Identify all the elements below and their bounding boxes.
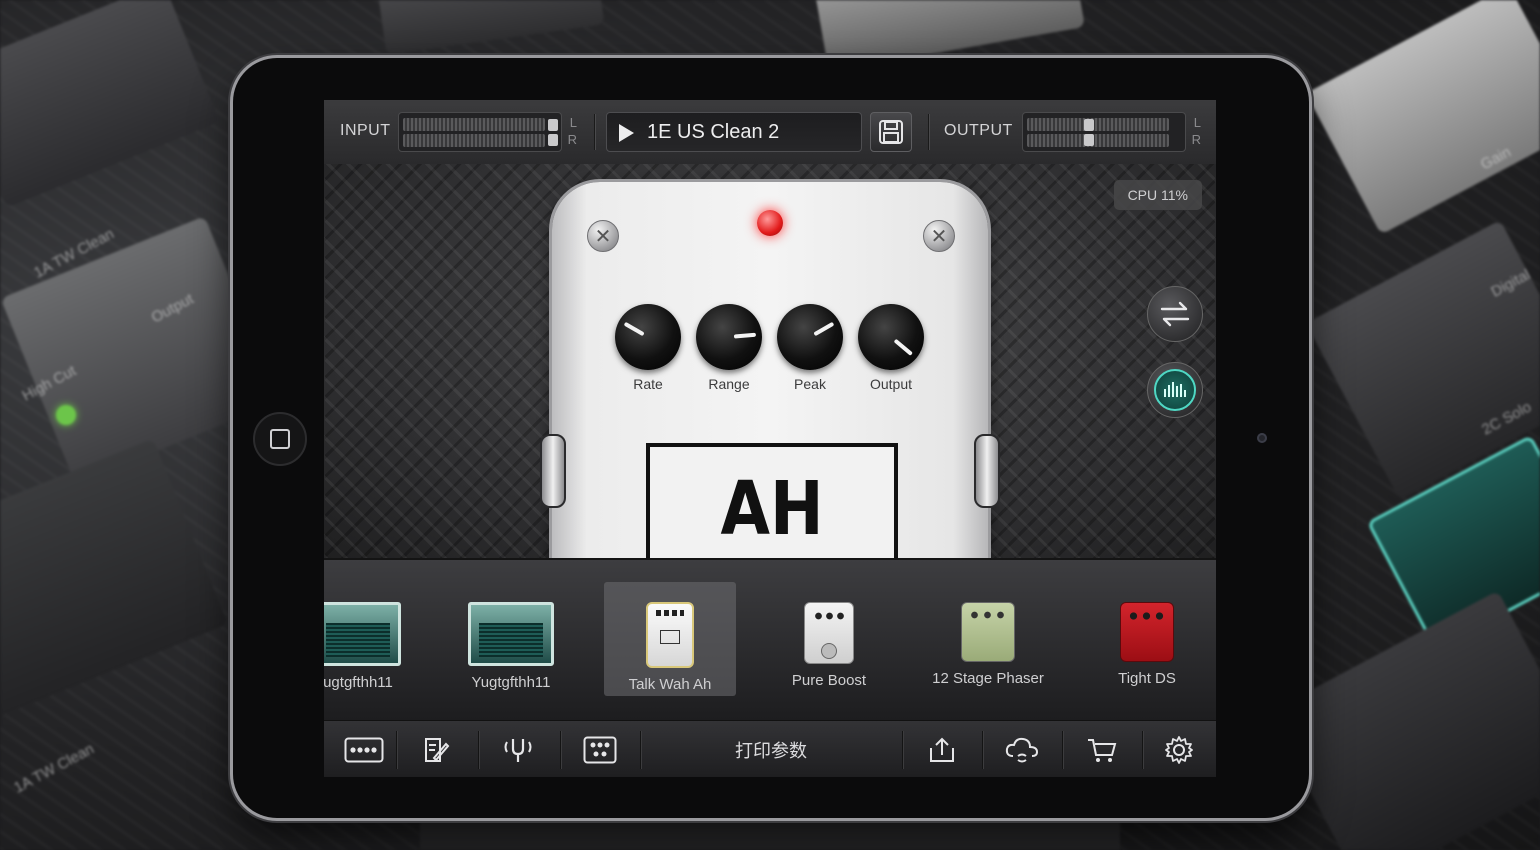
share-icon bbox=[930, 737, 954, 762]
bg-tile bbox=[1305, 0, 1540, 235]
channel-right-label: R bbox=[567, 132, 577, 147]
amp-thumbnail bbox=[468, 602, 554, 666]
bg-tile bbox=[0, 0, 220, 208]
knob-label: Range bbox=[708, 376, 750, 392]
preset-name: 1E US Clean 2 bbox=[647, 121, 780, 143]
output-gain-handle[interactable] bbox=[1084, 134, 1094, 146]
pedal-led-icon bbox=[757, 210, 783, 236]
input-meter-left-bar bbox=[403, 118, 545, 131]
bg-label: 1A TW Clean bbox=[11, 740, 97, 797]
divider bbox=[928, 114, 929, 150]
pedalboard-icon bbox=[344, 737, 384, 762]
swap-button[interactable] bbox=[1147, 286, 1203, 342]
knob-label: Peak bbox=[794, 376, 826, 392]
print-params-button[interactable]: 打印参数 bbox=[640, 721, 902, 777]
bg-led-icon bbox=[56, 405, 76, 425]
input-gain-handle[interactable] bbox=[548, 119, 558, 131]
tight-ds-thumbnail bbox=[1120, 602, 1174, 662]
phaser-thumbnail bbox=[961, 602, 1015, 662]
cloud-sync-icon bbox=[1005, 737, 1039, 762]
effect-item-selected[interactable]: Talk Wah Ah bbox=[604, 582, 736, 696]
output-meter[interactable]: L R bbox=[1022, 112, 1201, 152]
camera-icon bbox=[1257, 433, 1267, 443]
bottom-toolbar: 打印参数 bbox=[324, 720, 1216, 777]
gear-icon bbox=[1165, 735, 1193, 764]
play-icon[interactable] bbox=[619, 124, 634, 142]
divider bbox=[594, 114, 595, 150]
bg-tile bbox=[375, 0, 605, 55]
output-meter-right-bar bbox=[1027, 134, 1169, 147]
effect-item[interactable]: Yugtgfthh11 bbox=[445, 582, 577, 696]
knob-rate[interactable]: Rate bbox=[613, 304, 683, 392]
effect-item[interactable]: 12 Stage Phaser bbox=[922, 582, 1054, 696]
knob-label: Rate bbox=[633, 376, 663, 392]
close-icon[interactable]: ✕ bbox=[923, 220, 955, 252]
preset-selector[interactable]: 1E US Clean 2 bbox=[606, 112, 862, 152]
equalizer-icon bbox=[1154, 369, 1196, 411]
channel-left-label: L bbox=[569, 115, 577, 130]
stompbox-icon bbox=[583, 736, 617, 763]
tuning-fork-icon bbox=[504, 738, 532, 762]
channel-right-label: R bbox=[1191, 132, 1201, 147]
effect-item[interactable]: ugtgfthh11 bbox=[324, 582, 424, 696]
output-meter-left-bar bbox=[1027, 118, 1169, 131]
pedal-name-plate: AH bbox=[646, 443, 898, 577]
effect-label: Yugtgfthh11 bbox=[471, 674, 551, 691]
effects-strip[interactable]: ugtgfthh11 Yugtgfthh11 Talk Wah Ah Pure … bbox=[324, 558, 1216, 720]
knob-dial[interactable] bbox=[858, 304, 924, 370]
output-jack-icon bbox=[974, 434, 1000, 508]
bg-tile bbox=[1268, 590, 1540, 850]
cpu-indicator: CPU 11% bbox=[1113, 180, 1202, 210]
knob-range[interactable]: Range bbox=[694, 304, 764, 392]
home-button[interactable] bbox=[253, 412, 307, 466]
pedal-talk-wah: ✕ ✕ Rate Range Peak Output AH bbox=[552, 182, 988, 577]
pedal-name: AH bbox=[720, 467, 824, 553]
talk-wah-thumbnail bbox=[646, 602, 694, 668]
cloud-button[interactable] bbox=[982, 721, 1062, 777]
cart-icon bbox=[1088, 738, 1117, 762]
tuner-button[interactable] bbox=[478, 721, 558, 777]
knob-dial[interactable] bbox=[777, 304, 843, 370]
input-meter[interactable]: L R bbox=[398, 112, 577, 152]
knob-output[interactable]: Output bbox=[856, 304, 926, 392]
effect-item[interactable]: Pure Boost bbox=[763, 582, 895, 696]
knob-peak[interactable]: Peak bbox=[775, 304, 845, 392]
amp-thumbnail bbox=[324, 602, 401, 666]
input-gain-handle[interactable] bbox=[548, 134, 558, 146]
effect-label: ugtgfthh11 bbox=[324, 674, 393, 691]
effect-label: Tight DS bbox=[1118, 670, 1176, 687]
knob-dial[interactable] bbox=[615, 304, 681, 370]
pedal-stage: CPU 11% ✕ ✕ Rate Range Peak Output AH bbox=[324, 164, 1216, 577]
looper-button[interactable] bbox=[560, 721, 640, 777]
input-jack-icon bbox=[540, 434, 566, 508]
share-button[interactable] bbox=[902, 721, 982, 777]
top-bar: INPUT L R 1E US Clean 2 OUTPUT L R bbox=[324, 100, 1216, 165]
effect-label: Talk Wah Ah bbox=[628, 676, 712, 693]
output-gain-handle[interactable] bbox=[1084, 119, 1094, 131]
knob-label: Output bbox=[869, 376, 913, 392]
swap-arrows-icon bbox=[1160, 301, 1190, 327]
settings-button[interactable] bbox=[1142, 721, 1216, 777]
effect-item[interactable]: Tight DS bbox=[1081, 582, 1213, 696]
save-icon bbox=[879, 120, 903, 144]
equalizer-button[interactable] bbox=[1147, 362, 1203, 418]
app-screen: INPUT L R 1E US Clean 2 OUTPUT L R CPU 1… bbox=[324, 100, 1216, 777]
effect-label: Pure Boost bbox=[791, 672, 867, 689]
store-button[interactable] bbox=[1062, 721, 1142, 777]
bg-tile bbox=[0, 438, 228, 722]
close-icon[interactable]: ✕ bbox=[587, 220, 619, 252]
pure-boost-thumbnail bbox=[804, 602, 854, 664]
channel-left-label: L bbox=[1193, 115, 1201, 130]
knob-dial[interactable] bbox=[696, 304, 762, 370]
input-meter-right-bar bbox=[403, 134, 545, 147]
input-label: INPUT bbox=[340, 122, 391, 139]
output-label: OUTPUT bbox=[944, 122, 1013, 139]
edit-note-icon bbox=[425, 737, 450, 762]
pedalboard-button[interactable] bbox=[324, 721, 404, 777]
save-button[interactable] bbox=[870, 112, 912, 152]
effect-label: 12 Stage Phaser bbox=[932, 670, 1044, 687]
bg-tile bbox=[420, 815, 1120, 850]
edit-button[interactable] bbox=[396, 721, 476, 777]
home-square-icon bbox=[270, 429, 290, 449]
